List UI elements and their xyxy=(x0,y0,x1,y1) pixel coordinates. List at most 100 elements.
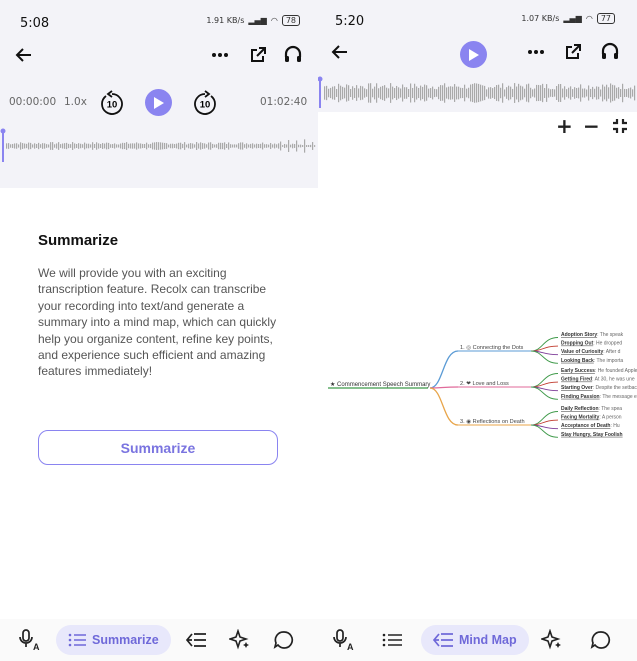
waveform-bar xyxy=(360,85,362,101)
waveform-bar xyxy=(432,86,434,100)
back-arrow-icon[interactable] xyxy=(328,40,352,64)
waveform-bar xyxy=(38,142,40,150)
waveform-bar xyxy=(102,143,104,149)
mind-map-leaf[interactable]: Early Success: He founded Apple xyxy=(561,368,637,374)
waveform-bar xyxy=(66,142,68,150)
playhead-handle[interactable] xyxy=(318,76,323,82)
waveform-bar xyxy=(544,88,546,98)
waveform-bar xyxy=(506,87,508,99)
mind-map[interactable]: ★ Commencement Speech Summary 1. ◎ Connec… xyxy=(318,320,637,440)
waveform-bars xyxy=(6,139,316,153)
mind-map-leaf[interactable]: Finding Passion: The message e xyxy=(561,394,637,400)
waveform-bar xyxy=(546,84,548,102)
headset-icon[interactable] xyxy=(598,40,622,64)
headset-icon[interactable] xyxy=(281,43,305,67)
waveform-bar xyxy=(370,83,372,103)
waveform-bar xyxy=(604,86,606,100)
ai-sparkle-icon[interactable] xyxy=(540,628,564,652)
waveform-bar xyxy=(30,142,32,150)
waveform-bar xyxy=(540,85,542,101)
waveform-bar xyxy=(142,143,144,149)
playback-speed[interactable]: 1.0x xyxy=(64,96,87,108)
waveform-bar xyxy=(602,84,604,102)
waveform-bar xyxy=(216,144,218,148)
mind-map-branch[interactable]: 1. ◎ Connecting the Dots xyxy=(460,345,524,351)
waveform-bar xyxy=(144,143,146,149)
waveform-bar xyxy=(118,144,120,148)
waveform-bar xyxy=(326,85,328,101)
waveform-bar xyxy=(344,87,346,99)
waveform-right[interactable] xyxy=(318,76,637,110)
waveform-bar xyxy=(460,87,462,99)
mind-map-leaf[interactable]: Adoption Story: The speak xyxy=(561,332,624,338)
waveform-bar xyxy=(424,84,426,102)
waveform-bar xyxy=(98,143,100,149)
leaf-text: : The message e xyxy=(600,394,637,400)
mind-map-nodes: ★ Commencement Speech Summary 1. ◎ Connec… xyxy=(330,332,637,438)
waveform-bar xyxy=(530,87,532,99)
mind-map-root[interactable]: ★ Commencement Speech Summary xyxy=(330,381,430,388)
waveform-bar xyxy=(548,88,550,98)
waveform-bar xyxy=(210,142,212,150)
waveform-bar xyxy=(224,142,226,150)
waveform-bar xyxy=(570,86,572,100)
mind-map-leaf[interactable]: Facing Mortality: A person xyxy=(561,415,622,421)
waveform-bar xyxy=(152,142,154,150)
mind-map-leaf[interactable]: Dropping Out: He dropped xyxy=(561,341,622,347)
waveform-bar xyxy=(596,86,598,100)
tab-mind-map[interactable]: Mind Map xyxy=(421,625,529,655)
mind-map-branch[interactable]: 2. ❤ Love and Loss xyxy=(460,381,509,387)
forward-10-icon[interactable]: 10 xyxy=(192,90,218,116)
chat-icon[interactable] xyxy=(272,628,296,652)
leaf-text: : The importa xyxy=(594,358,624,364)
mind-map-leaf[interactable]: Value of Curiosity: After d xyxy=(561,349,621,355)
current-time: 00:00:00 xyxy=(9,96,57,108)
summarize-button[interactable]: Summarize xyxy=(38,430,278,465)
waveform-bar xyxy=(404,87,406,99)
zoom-out-button[interactable]: − xyxy=(583,114,600,138)
mind-map-leaf[interactable]: Looking Back: The importa xyxy=(561,358,623,364)
waveform[interactable] xyxy=(0,128,318,164)
mind-map-branch[interactable]: 3. ◉ Reflections on Death xyxy=(460,419,525,425)
waveform-bar xyxy=(10,144,12,148)
more-icon[interactable] xyxy=(524,40,548,64)
play-button[interactable] xyxy=(145,89,172,116)
fit-screen-icon[interactable] xyxy=(612,118,628,134)
transcribe-tab-icon[interactable]: A xyxy=(332,628,356,652)
waveform-bar xyxy=(264,144,266,148)
leaf-title: Looking Back xyxy=(561,358,594,364)
back-arrow-icon[interactable] xyxy=(12,43,36,67)
waveform-bar xyxy=(114,143,116,149)
waveform-bar xyxy=(20,142,22,150)
chat-icon[interactable] xyxy=(589,628,613,652)
tab-summarize[interactable]: Summarize xyxy=(56,625,171,655)
waveform-bar xyxy=(388,88,390,98)
zoom-in-button[interactable]: + xyxy=(556,114,573,138)
waveform-bar xyxy=(558,84,560,102)
summarize-tab-icon[interactable] xyxy=(380,628,404,652)
rewind-10-icon[interactable]: 10 xyxy=(99,90,125,116)
waveform-bar xyxy=(62,143,64,149)
waveform-bar xyxy=(126,142,128,150)
mind-map-leaf[interactable]: Stay Hungry, Stay Foolish xyxy=(561,432,623,438)
play-button-right[interactable] xyxy=(460,41,487,68)
ai-sparkle-icon[interactable] xyxy=(228,628,252,652)
mind-map-leaf[interactable]: Daily Reflection: The spea xyxy=(561,406,622,412)
svg-text:A: A xyxy=(347,642,354,651)
mind-map-leaf[interactable]: Acceptance of Death: Hu xyxy=(561,423,620,429)
share-icon[interactable] xyxy=(561,40,585,64)
waveform-bar xyxy=(564,86,566,100)
playhead-handle[interactable] xyxy=(0,128,6,134)
tab-mind-map-label: Mind Map xyxy=(459,633,517,647)
mindmap-tab-icon[interactable] xyxy=(184,628,208,652)
share-icon[interactable] xyxy=(246,43,270,67)
mind-map-leaf[interactable]: Starting Over: Despite the setbac xyxy=(561,385,637,391)
more-icon[interactable] xyxy=(208,43,232,67)
waveform-bar xyxy=(250,143,252,149)
transcribe-tab-icon[interactable]: A xyxy=(18,628,42,652)
waveform-bar xyxy=(574,87,576,99)
waveform-bar xyxy=(132,143,134,149)
waveform-bar xyxy=(46,144,48,148)
mind-map-leaf[interactable]: Getting Fired: At 30, he was une xyxy=(561,377,635,383)
waveform-bar xyxy=(490,87,492,99)
